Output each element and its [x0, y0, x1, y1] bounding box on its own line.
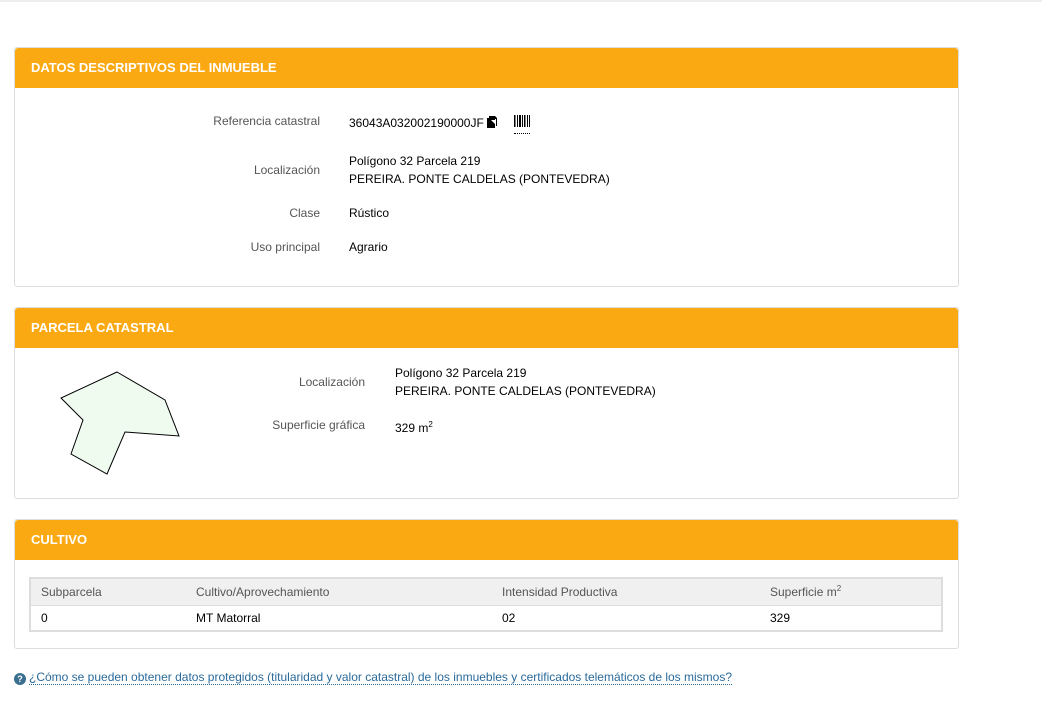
superficie-unit-superscript: 2 — [428, 420, 433, 429]
cell-superficie: 329 — [770, 610, 791, 625]
parcel-shape-image — [60, 371, 180, 475]
question-circle-icon: ? — [14, 673, 26, 685]
ref-catastral-label: Referencia catastral — [213, 114, 320, 128]
parcela-localizacion-label: Localización — [298, 375, 365, 389]
col-superficie-superscript: 2 — [836, 584, 842, 594]
parcela-catastral-panel: PARCELA CATASTRAL Localización Polígono … — [14, 307, 959, 499]
cultivo-panel-title: CULTIVO — [15, 520, 958, 560]
superficie-grafica-label: Superficie gráfica — [272, 418, 365, 432]
cell-intensidad: 02 — [502, 610, 516, 625]
help-section: ? ¿Cómo se pueden obtener datos protegido… — [14, 670, 733, 685]
top-divider — [0, 0, 1042, 2]
parcela-localizacion-value: Polígono 32 Parcela 219 PEREIRA. PONTE C… — [395, 364, 656, 400]
uso-principal-value: Agrario — [349, 240, 388, 254]
clase-label: Clase — [289, 206, 320, 220]
col-superficie: Superficie m2 — [760, 578, 942, 606]
clase-value: Rústico — [349, 206, 390, 220]
localizacion-line2: PEREIRA. PONTE CALDELAS (PONTEVEDRA) — [349, 172, 610, 186]
datos-descriptivos-panel: DATOS DESCRIPTIVOS DEL INMUEBLE Referenc… — [14, 47, 959, 287]
cell-cultivo: MT Matorral — [196, 610, 261, 625]
table-row: 0 MT Matorral 02 329 — [30, 605, 942, 631]
cultivo-table: Subparcela Cultivo/Aprovechamiento Inten… — [29, 577, 943, 632]
localizacion-line1: Polígono 32 Parcela 219 — [349, 154, 481, 168]
barcode-icon[interactable] — [513, 114, 530, 134]
ref-catastral-row: 36043A032002190000JF — [349, 114, 530, 134]
col-subparcela: Subparcela — [30, 578, 186, 606]
copy-icon[interactable] — [486, 115, 498, 134]
parcela-panel-title: PARCELA CATASTRAL — [15, 308, 958, 348]
ref-catastral-value: 36043A032002190000JF — [349, 116, 484, 131]
superficie-grafica-number: 329 m — [395, 421, 429, 435]
cultivo-panel: CULTIVO Subparcela Cultivo/Aprovechamien… — [14, 519, 959, 649]
parcela-localizacion-line2: PEREIRA. PONTE CALDELAS (PONTEVEDRA) — [395, 384, 656, 398]
datos-panel-title: DATOS DESCRIPTIVOS DEL INMUEBLE — [15, 48, 958, 88]
help-link[interactable]: ¿Cómo se pueden obtener datos protegidos… — [29, 670, 733, 685]
localizacion-label: Localización — [253, 163, 320, 177]
uso-principal-label: Uso principal — [250, 240, 320, 254]
parcela-localizacion-line1: Polígono 32 Parcela 219 — [395, 366, 527, 380]
col-cultivo: Cultivo/Aprovechamiento — [186, 578, 492, 606]
table-header-row: Subparcela Cultivo/Aprovechamiento Inten… — [30, 578, 942, 606]
col-superficie-label: Superficie m — [770, 585, 837, 600]
superficie-grafica-value: 329 m2 — [395, 416, 433, 437]
col-intensidad: Intensidad Productiva — [492, 578, 760, 606]
localizacion-value: Polígono 32 Parcela 219 PEREIRA. PONTE C… — [349, 152, 610, 188]
cell-subparcela: 0 — [41, 610, 48, 625]
